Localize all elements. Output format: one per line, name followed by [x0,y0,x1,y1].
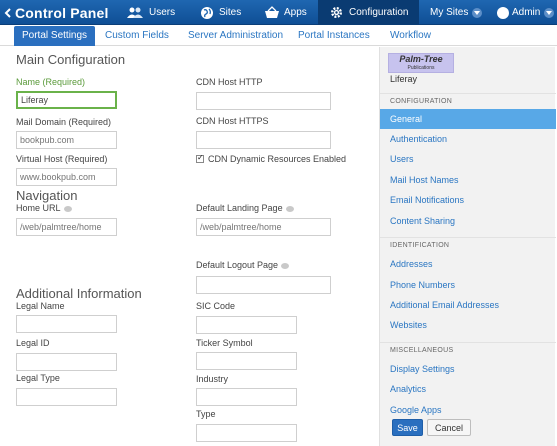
mail-domain-label: Mail Domain (Required) [16,117,112,127]
cdn-http-input[interactable] [196,92,331,110]
dockbar: Control Panel Users Sites Apps Configura… [0,0,557,25]
legal-id-input[interactable] [16,353,117,371]
tab-server-administration[interactable]: Server Administration [188,26,283,46]
cdn-https-input[interactable] [196,131,331,149]
dock-apps[interactable]: Apps [264,0,307,25]
site-name: Liferay [390,74,418,84]
sidebar-item-general[interactable]: General [380,109,556,129]
legal-name-input[interactable] [16,315,117,333]
settings-sidebar: Palm-Tree Publications Liferay CONFIGURA… [379,47,556,446]
virtual-host-input[interactable] [16,168,117,186]
industry-label: Industry [196,374,229,384]
tab-portal-instances[interactable]: Portal Instances [298,26,370,46]
name-input[interactable] [16,91,117,109]
name-label: Name (Required) [16,77,86,87]
cdn-dynamic-label: CDN Dynamic Resources Enabled [208,154,347,164]
identification-section-heading: IDENTIFICATION [380,237,556,253]
default-logout-text: Default Logout Page [196,260,279,270]
legal-type-input[interactable] [16,388,117,406]
sidebar-item-analytics[interactable]: Analytics [380,379,556,399]
cdn-http-label: CDN Host HTTP [196,77,263,87]
default-landing-label: Default Landing Page [196,203,294,213]
logo-text: Palm-Tree [399,54,443,64]
help-icon[interactable] [285,205,294,212]
gear-icon [330,6,343,19]
tab-custom-fields[interactable]: Custom Fields [105,26,169,46]
dock-sites[interactable]: Sites [200,0,241,25]
avatar [497,6,509,19]
default-landing-text: Default Landing Page [196,203,283,213]
sidebar-item-email-notifications[interactable]: Email Notifications [380,190,556,210]
sidebar-item-users[interactable]: Users [380,149,556,169]
chevron-left-icon [4,7,12,18]
sidebar-item-websites[interactable]: Websites [380,315,556,335]
basket-icon [264,6,280,19]
tab-workflow[interactable]: Workflow [390,26,431,46]
miscellaneous-section-heading: MISCELLANEOUS [380,342,556,358]
additional-information-heading: Additional Information [16,286,142,301]
industry-input[interactable] [196,388,297,406]
sidebar-item-addresses[interactable]: Addresses [380,254,556,274]
sic-code-input[interactable] [196,316,297,334]
settings-form: Main Configuration Name (Required) Mail … [0,47,377,446]
globe-icon [200,6,214,20]
sidebar-item-display-settings[interactable]: Display Settings [380,359,556,379]
sidebar-item-google-apps[interactable]: Google Apps [380,400,556,420]
navigation-heading: Navigation [16,188,78,203]
cancel-button[interactable]: Cancel [427,419,471,436]
sic-code-label: SIC Code [196,301,236,311]
cdn-dynamic-checkbox[interactable] [196,153,204,163]
dock-users[interactable]: Users [126,0,175,25]
legal-id-label: Legal ID [16,338,50,348]
chevron-down-icon [472,7,483,18]
sidebar-item-additional-email-addresses[interactable]: Additional Email Addresses [380,295,556,315]
type-input[interactable] [196,424,297,442]
users-icon [126,7,144,19]
user-menu[interactable]: Admin [497,0,555,25]
ticker-symbol-label: Ticker Symbol [196,338,253,348]
site-logo: Palm-Tree Publications [388,53,454,73]
tab-bar: Portal Settings Custom Fields Server Adm… [0,26,557,46]
home-url-label: Home URL [16,203,72,213]
ticker-symbol-input[interactable] [196,352,297,370]
configuration-section-heading: CONFIGURATION [380,93,556,109]
default-logout-label: Default Logout Page [196,260,290,270]
help-icon[interactable] [281,262,290,269]
sidebar-item-phone-numbers[interactable]: Phone Numbers [380,275,556,295]
legal-type-label: Legal Type [16,373,60,383]
dock-configuration[interactable]: Configuration [318,0,419,25]
chevron-down-icon [544,7,555,18]
sidebar-item-authentication[interactable]: Authentication [380,129,556,149]
my-sites-menu[interactable]: My Sites [430,0,483,25]
virtual-host-label: Virtual Host (Required) [16,154,108,164]
save-button[interactable]: Save [392,419,423,436]
sidebar-item-mail-host-names[interactable]: Mail Host Names [380,170,556,190]
logo-subtext: Publications [407,65,435,71]
home-url-input[interactable] [16,218,117,236]
cdn-https-label: CDN Host HTTPS [196,116,269,126]
default-landing-input[interactable] [196,218,331,236]
mail-domain-input[interactable] [16,131,117,149]
home-url-text: Home URL [16,203,61,213]
tab-portal-settings[interactable]: Portal Settings [14,26,96,46]
type-label: Type [196,409,216,419]
sidebar-item-content-sharing[interactable]: Content Sharing [380,211,556,231]
control-panel-title[interactable]: Control Panel [0,0,109,25]
legal-name-label: Legal Name [16,301,65,311]
help-icon[interactable] [63,205,72,212]
main-configuration-heading: Main Configuration [16,52,126,67]
default-logout-input[interactable] [196,276,331,294]
